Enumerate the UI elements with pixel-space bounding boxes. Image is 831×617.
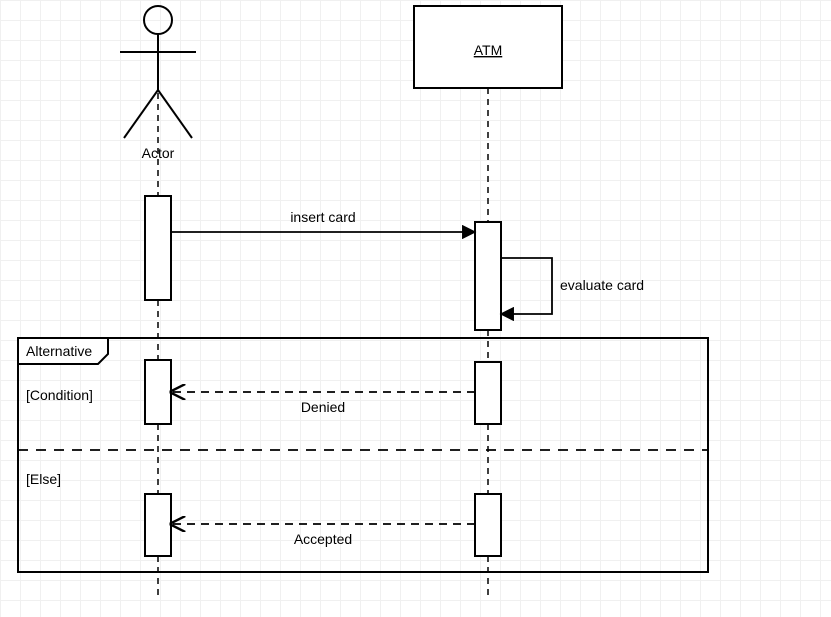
actor-activation-2: [145, 360, 171, 424]
alt-else-label: [Else]: [26, 471, 61, 487]
atm-activation-1: [475, 222, 501, 330]
sequence-diagram: Actor ATM insert card evaluate card Alte…: [0, 0, 831, 617]
message-denied-label: Denied: [301, 399, 345, 415]
alt-condition-label: [Condition]: [26, 387, 93, 403]
atm-activation-2: [475, 362, 501, 424]
message-evaluate-label: evaluate card: [560, 277, 644, 293]
actor-activation-1: [145, 196, 171, 300]
alt-frame-title: Alternative: [26, 343, 92, 359]
message-insert-label: insert card: [290, 209, 355, 225]
participant-label: ATM: [474, 42, 503, 58]
message-accepted-label: Accepted: [294, 531, 352, 547]
actor-activation-3: [145, 494, 171, 556]
alt-frame: [18, 338, 708, 572]
message-evaluate-loop: [501, 258, 552, 314]
atm-activation-3: [475, 494, 501, 556]
